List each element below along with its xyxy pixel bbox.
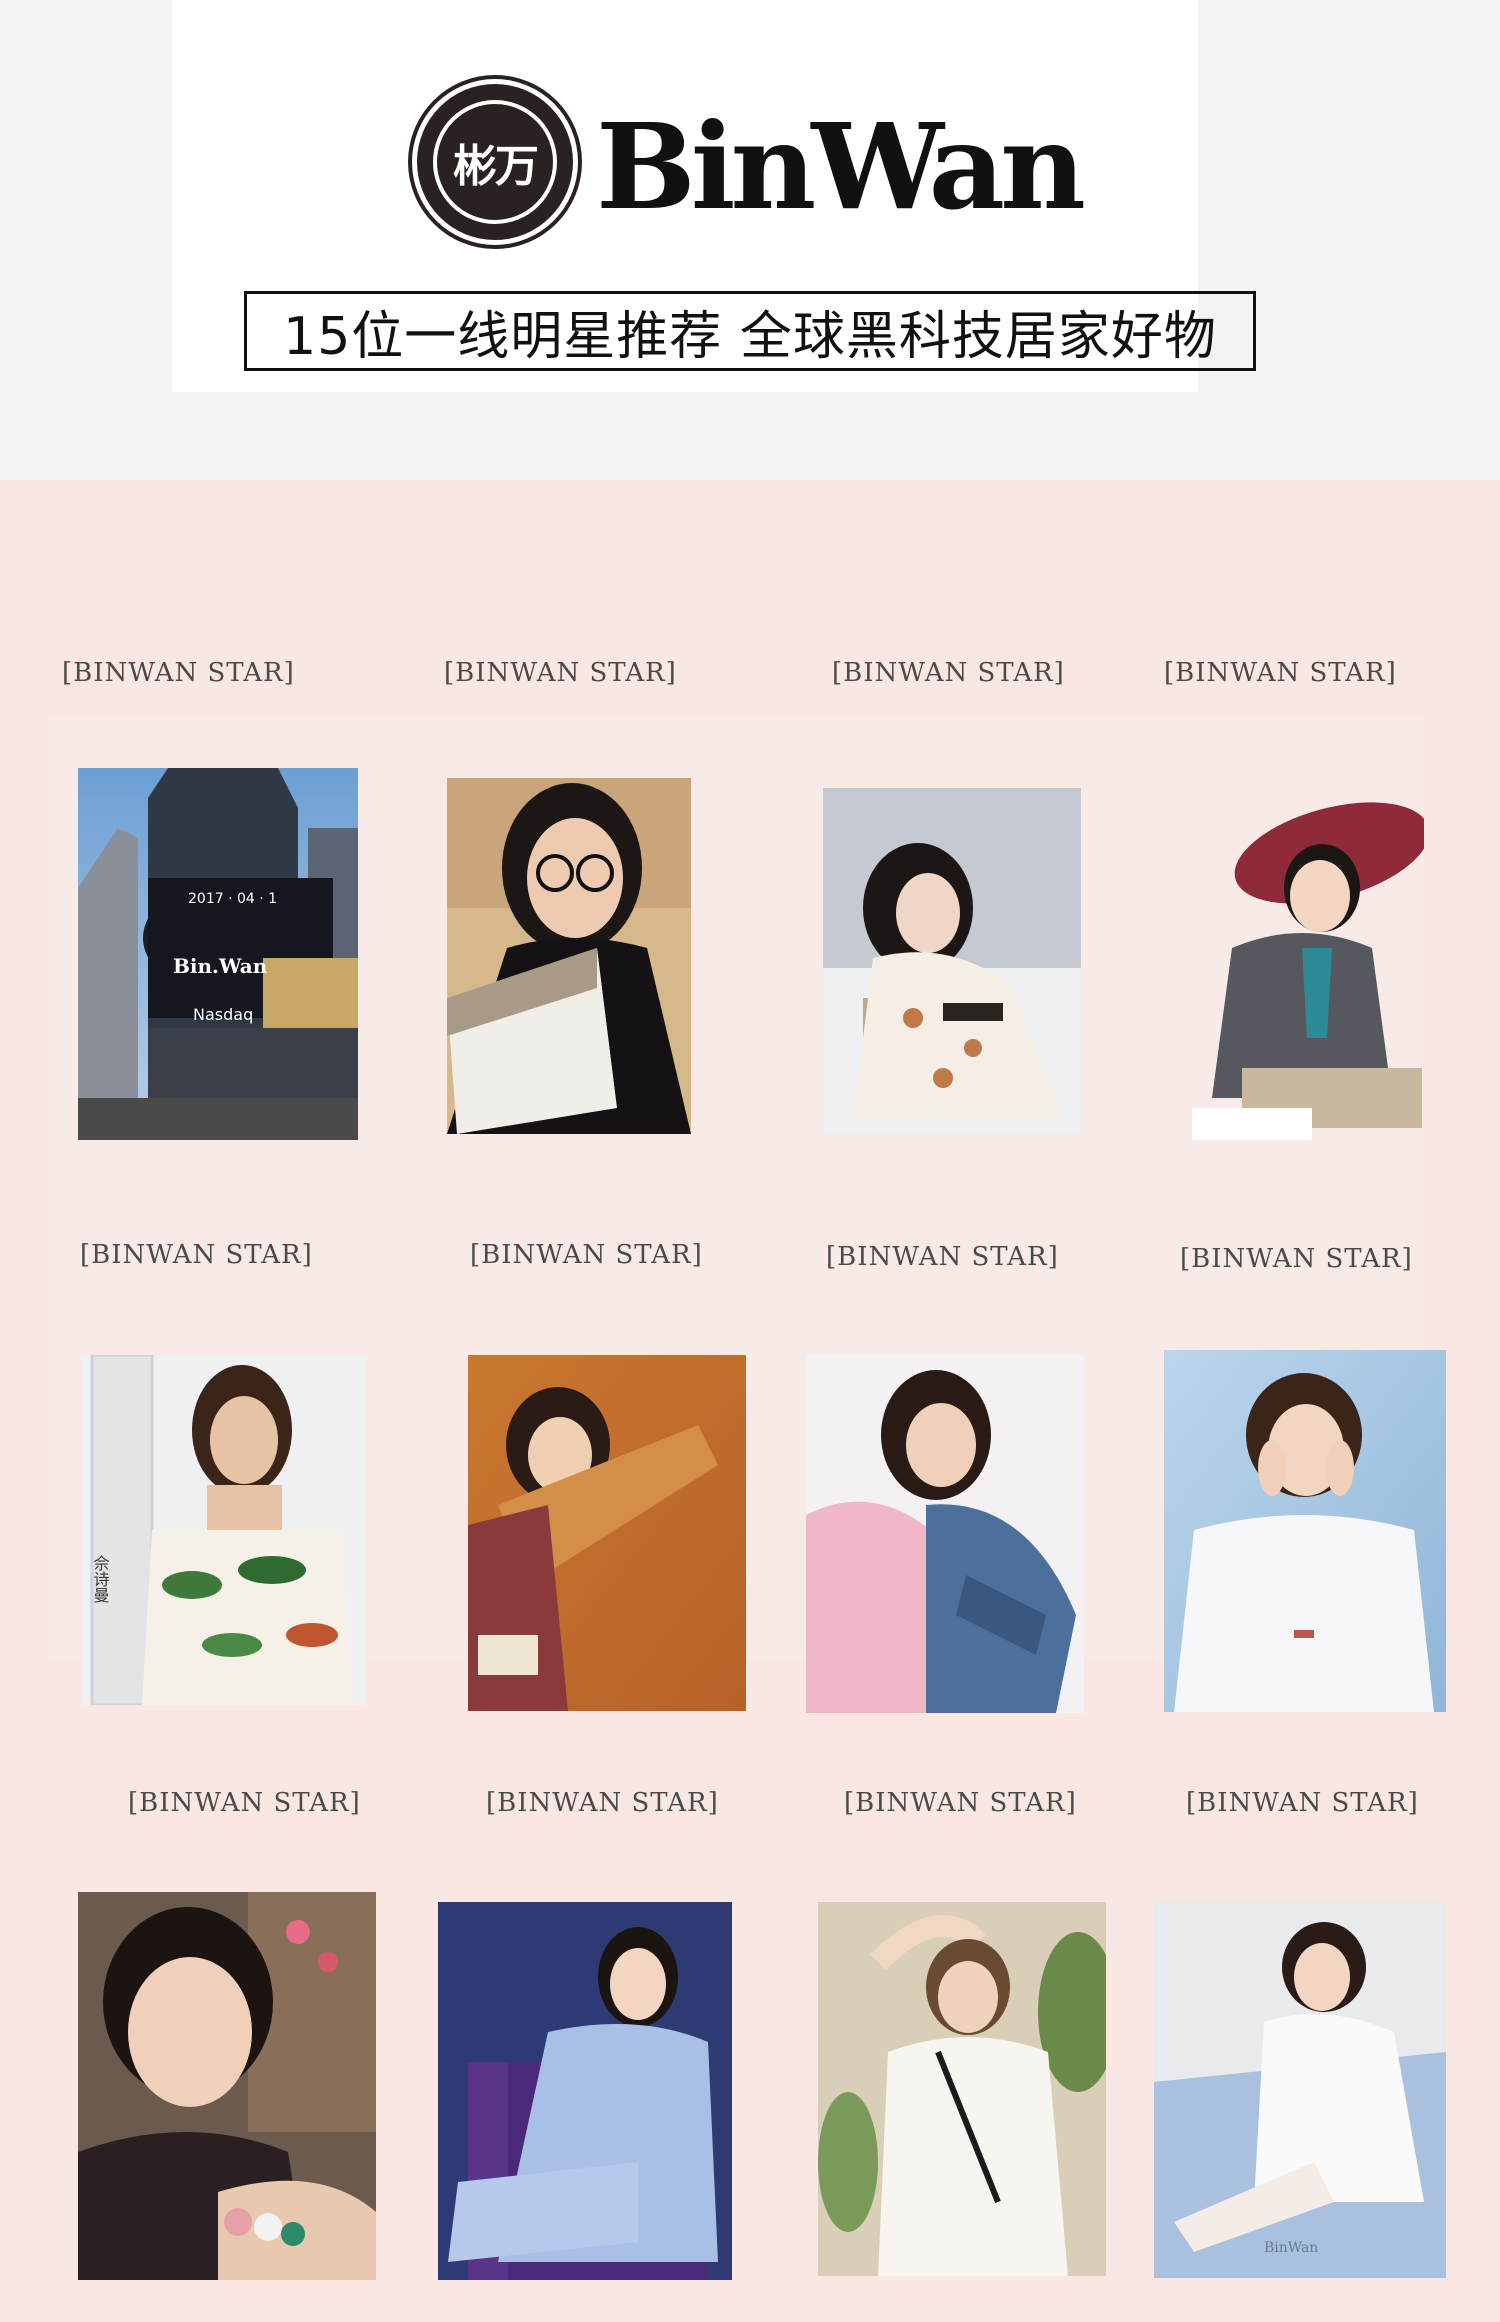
billboard-nasdaq: Nasdaq xyxy=(193,1005,253,1024)
billboard-date: 2017 · 04 · 1 xyxy=(188,891,277,907)
star-photo-hands-face[interactable] xyxy=(1164,1350,1446,1712)
star-label: [BINWAN STAR] xyxy=(444,658,677,688)
star-photo-man-shop[interactable] xyxy=(78,1892,376,2280)
star-label: [BINWAN STAR] xyxy=(1164,658,1397,688)
star-label: [BINWAN STAR] xyxy=(844,1788,1077,1818)
star-label: [BINWAN STAR] xyxy=(1186,1788,1419,1818)
star-label: [BINWAN STAR] xyxy=(1180,1244,1413,1274)
blanket-brand-text: BinWan xyxy=(1264,2240,1318,2256)
star-photo-white-wrap[interactable] xyxy=(818,1902,1106,2276)
star-photo-blue-blanket[interactable]: BinWan xyxy=(1154,1902,1446,2278)
star-photo-red-hat[interactable] xyxy=(1192,778,1424,1140)
tagline-banner: 15位一线明星推荐 全球黑科技居家好物 xyxy=(244,291,1256,371)
star-label: [BINWAN STAR] xyxy=(62,658,295,688)
star-label: [BINWAN STAR] xyxy=(128,1788,361,1818)
star-label: [BINWAN STAR] xyxy=(486,1788,719,1818)
star-label: [BINWAN STAR] xyxy=(832,658,1065,688)
star-photo-glasses-box[interactable] xyxy=(447,778,691,1134)
vertical-name-text: 佘诗曼 xyxy=(91,1555,110,1603)
star-label: [BINWAN STAR] xyxy=(80,1240,313,1270)
star-photo-purple-chair[interactable] xyxy=(438,1902,732,2280)
star-photo-nasdaq-billboard[interactable]: 2017 · 04 · 1 Bin.Wan Nasdaq xyxy=(78,768,358,1140)
star-label: [BINWAN STAR] xyxy=(470,1240,703,1270)
star-photo-floral-top[interactable]: 佘诗曼 xyxy=(82,1355,366,1705)
brand-logo-text: 彬万 xyxy=(433,100,557,224)
brand-logo-seal: 彬万 xyxy=(417,84,573,240)
star-photo-reclining-bed[interactable] xyxy=(823,788,1081,1134)
star-photo-orange-backdrop[interactable] xyxy=(468,1355,746,1711)
star-photo-denim-pink[interactable] xyxy=(806,1355,1084,1713)
star-gallery: [BINWAN STAR] [BINWAN STAR] [BINWAN STAR… xyxy=(0,480,1500,2322)
brand-name: BinWan xyxy=(596,97,1086,236)
star-label: [BINWAN STAR] xyxy=(826,1242,1059,1272)
billboard-brand: Bin.Wan xyxy=(173,954,268,978)
